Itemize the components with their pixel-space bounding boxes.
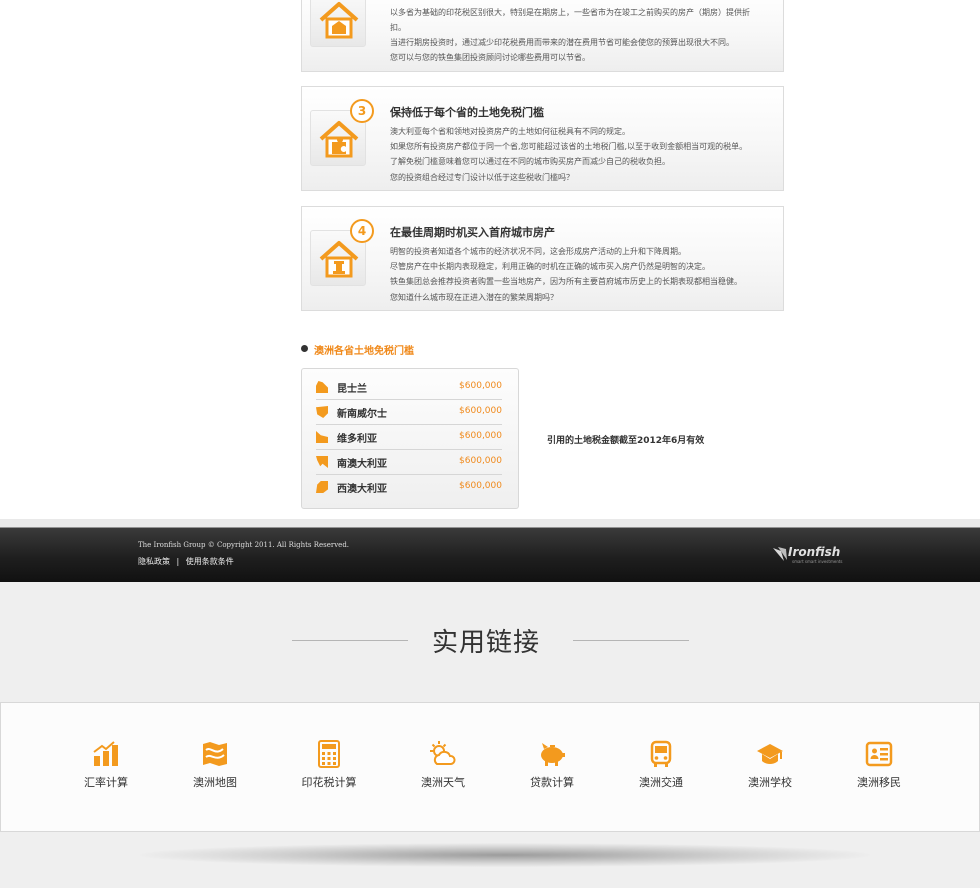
logo-wordmark: Ironfish bbox=[788, 545, 841, 559]
link-stamp-duty-calculator[interactable]: 印花税计算 bbox=[284, 740, 374, 790]
state-name: 南澳大利亚 bbox=[337, 459, 387, 470]
bar-chart-icon bbox=[93, 741, 118, 766]
tax-note: 引用的土地税金额截至2012年6月有效 bbox=[547, 436, 705, 446]
tip-number-badge: 3 bbox=[350, 99, 374, 123]
tip-line: 如果您所有投资房产都位于同一个省,您可能超过该省的土地税门槛,以至于收到金额相当… bbox=[390, 142, 748, 151]
tip-line: 以多省为基础的印花税区别很大，特别是在期房上，一些省市为在竣工之前购买的房产（期… bbox=[390, 8, 750, 17]
graduation-cap-icon bbox=[757, 744, 783, 764]
terms-link[interactable]: 使用条款条件 bbox=[186, 557, 234, 566]
tip-number-badge: 4 bbox=[350, 219, 374, 243]
tip-card-2: 以多省为基础的印花税区别很大，特别是在期房上，一些省市为在竣工之前购买的房产（期… bbox=[301, 0, 784, 72]
title-rule-right bbox=[573, 640, 689, 641]
footer-links: 隐私政策 | 使用条款条件 bbox=[138, 556, 234, 567]
link-label: 贷款计算 bbox=[530, 776, 574, 789]
table-row: 西澳大利亚 $600,000 bbox=[316, 475, 502, 500]
tip-line: 澳大利亚每个省和领地对投资房产的土地如何征税具有不同的规定。 bbox=[390, 127, 630, 136]
title-rule-left bbox=[292, 640, 408, 641]
piggy-bank-icon bbox=[541, 743, 565, 766]
tip-title: 保持低于每个省的土地免税门槛 bbox=[390, 106, 544, 119]
state-shape-icon bbox=[316, 381, 328, 393]
link-separator: | bbox=[176, 557, 180, 566]
table-row: 昆士兰 $600,000 bbox=[316, 375, 502, 400]
threshold-value: $600,000 bbox=[459, 381, 502, 391]
link-label: 澳洲交通 bbox=[639, 776, 683, 789]
threshold-value: $600,000 bbox=[459, 406, 502, 416]
state-shape-icon bbox=[316, 456, 328, 468]
link-label: 澳洲学校 bbox=[748, 776, 792, 789]
state-name: 昆士兰 bbox=[337, 384, 367, 395]
link-australia-transport[interactable]: 澳洲交通 bbox=[616, 740, 706, 790]
table-row: 新南威尔士 $600,000 bbox=[316, 400, 502, 425]
link-australia-immigration[interactable]: 澳洲移民 bbox=[834, 740, 924, 790]
threshold-value: $600,000 bbox=[459, 456, 502, 466]
threshold-value: $600,000 bbox=[459, 431, 502, 441]
tip-line: 当进行期房投资时，通过减少印花税费用而带来的潜在费用节省可能会使您的预算出现很大… bbox=[390, 38, 734, 47]
tip-card-3: 3 保持低于每个省的土地免税门槛 澳大利亚每个省和领地对投资房产的土地如何征税具… bbox=[301, 86, 784, 191]
link-loan-calculator[interactable]: 贷款计算 bbox=[507, 740, 597, 790]
link-label: 澳洲天气 bbox=[421, 776, 465, 789]
link-label: 澳洲地图 bbox=[193, 776, 237, 789]
state-shape-icon bbox=[316, 406, 328, 418]
link-label: 汇率计算 bbox=[84, 776, 128, 789]
tip-line: 您知道什么城市现在正进入潜在的繁荣周期吗？ bbox=[390, 293, 558, 302]
house-puzzle-icon bbox=[319, 121, 359, 158]
tip-line: 了解免税门槛意味着您可以通过在不同的城市购买房产而减少自己的税收负担。 bbox=[390, 157, 670, 166]
tip-line: 您的投资组合经过专门设计以低于这些税收门槛吗？ bbox=[390, 173, 574, 182]
tip-icon-box bbox=[310, 0, 366, 47]
tax-section-title: 澳洲各省土地免税门槛 bbox=[314, 346, 414, 357]
calculator-icon bbox=[318, 740, 340, 768]
panel-shadow bbox=[140, 843, 870, 867]
state-shape-icon bbox=[316, 431, 328, 443]
bus-icon bbox=[650, 740, 672, 767]
state-name: 维多利亚 bbox=[337, 434, 377, 445]
logo-tagline: smart smart investments bbox=[792, 559, 843, 564]
weather-icon bbox=[430, 741, 456, 765]
link-label: 澳洲移民 bbox=[857, 776, 901, 789]
link-australia-schools[interactable]: 澳洲学校 bbox=[725, 740, 815, 790]
tip-card-4: 4 在最佳周期时机买入首府城市房产 明智的投资者知道各个城市的经济状况不同，这会… bbox=[301, 206, 784, 311]
link-australia-map[interactable]: 澳洲地图 bbox=[170, 740, 260, 790]
tip-line: 尽管房产在中长期内表现稳定，利用正确的时机在正确的城市买入房产仍然是明智的决定。 bbox=[390, 262, 710, 271]
threshold-value: $600,000 bbox=[459, 481, 502, 491]
tip-line: 扣。 bbox=[390, 23, 406, 32]
privacy-policy-link[interactable]: 隐私政策 bbox=[138, 557, 170, 566]
house-icon bbox=[319, 2, 359, 39]
useful-links-title: 实用链接 bbox=[432, 628, 541, 658]
map-icon bbox=[203, 742, 227, 766]
id-card-icon bbox=[865, 741, 893, 767]
state-shape-icon bbox=[316, 481, 328, 493]
table-row: 维多利亚 $600,000 bbox=[316, 425, 502, 450]
link-exchange-rate[interactable]: 汇率计算 bbox=[61, 740, 151, 790]
state-name: 西澳大利亚 bbox=[337, 484, 387, 495]
copyright-text: The Ironfish Group © Copyright 2011. All… bbox=[138, 541, 350, 549]
tip-line: 您可以与您的铁鱼集团投资顾问讨论哪些费用可以节省。 bbox=[390, 53, 590, 62]
house-tower-icon bbox=[319, 241, 359, 278]
tip-line: 明智的投资者知道各个城市的经济状况不同，这会形成房产活动的上升和下降周期。 bbox=[390, 247, 686, 256]
tip-title: 在最佳周期时机买入首府城市房产 bbox=[390, 226, 555, 239]
section-bullet-icon bbox=[301, 345, 308, 352]
link-label: 印花税计算 bbox=[301, 776, 357, 789]
tip-line: 铁鱼集团总会推荐投资者购置一些当地房产，因为所有主要首府城市历史上的长期表现都相… bbox=[390, 277, 742, 286]
link-australia-weather[interactable]: 澳洲天气 bbox=[398, 740, 488, 790]
state-name: 新南威尔士 bbox=[337, 409, 387, 420]
table-row: 南澳大利亚 $600,000 bbox=[316, 450, 502, 475]
tax-threshold-table: 昆士兰 $600,000 新南威尔士 $600,000 维多利亚 $600,00… bbox=[301, 368, 519, 509]
